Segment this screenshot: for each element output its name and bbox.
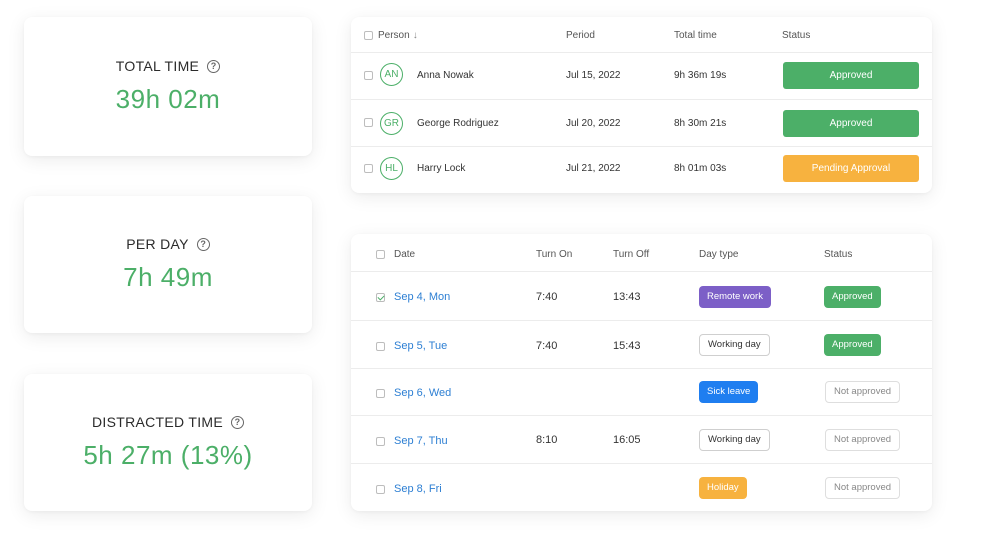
approvals-table: Person ↓ Period Total time Status AN Anna…: [351, 17, 932, 193]
period: Jul 21, 2022: [566, 163, 621, 174]
table-row: Sep 8, Fri Holiday Not approved: [351, 464, 932, 511]
total-time: 9h 36m 19s: [674, 70, 727, 81]
status-tag-not-approved[interactable]: Not approved: [825, 381, 901, 403]
column-header-day-type: Day type: [699, 249, 739, 260]
date-link[interactable]: Sep 8, Fri: [394, 483, 442, 495]
column-header-person[interactable]: Person ↓: [378, 30, 418, 41]
row-checkbox[interactable]: [376, 342, 385, 351]
date-link[interactable]: Sep 7, Thu: [394, 435, 448, 447]
column-header-total: Total time: [674, 30, 717, 41]
help-icon[interactable]: ?: [196, 237, 210, 251]
turn-on-time: 7:40: [536, 340, 558, 352]
table-row: HL Harry Lock Jul 21, 2022 8h 01m 03s Pe…: [351, 147, 932, 193]
period: Jul 15, 2022: [566, 70, 621, 81]
column-header-date: Date: [394, 249, 416, 260]
person-name: George Rodriguez: [417, 118, 499, 129]
row-checkbox[interactable]: [364, 71, 373, 80]
status-tag-not-approved[interactable]: Not approved: [825, 477, 901, 499]
row-checkbox[interactable]: [376, 485, 385, 494]
table-row: Sep 5, Tue 7:40 15:43 Working day Approv…: [351, 321, 932, 369]
status-tag-approved[interactable]: Approved: [824, 286, 881, 308]
date-link[interactable]: Sep 6, Wed: [394, 387, 451, 399]
column-header-turn-on: Turn On: [536, 249, 573, 260]
total-time: 8h 01m 03s: [674, 163, 727, 174]
row-checkbox[interactable]: [364, 118, 373, 127]
table-row: AN Anna Nowak Jul 15, 2022 9h 36m 19s Ap…: [351, 53, 932, 100]
turn-off-time: 16:05: [613, 434, 641, 446]
stat-value: 39h 02m: [115, 84, 221, 114]
row-checkbox[interactable]: [364, 164, 373, 173]
stat-label: PER DAY ?: [126, 236, 210, 252]
avatar: AN: [380, 63, 403, 86]
column-header-period: Period: [566, 30, 595, 41]
column-header-turn-off: Turn Off: [613, 249, 650, 260]
turn-on-time: 7:40: [536, 291, 558, 303]
avatar: GR: [380, 112, 403, 135]
select-all-checkbox[interactable]: [364, 31, 373, 40]
row-checkbox[interactable]: [376, 437, 385, 446]
help-icon[interactable]: ?: [231, 415, 245, 429]
day-type-tag-remote: Remote work: [699, 286, 771, 308]
stat-card-total-time: TOTAL TIME ? 39h 02m: [24, 17, 312, 156]
stat-label: TOTAL TIME ?: [115, 58, 221, 74]
table-row: Sep 6, Wed Sick leave Not approved: [351, 369, 932, 416]
table-header: Date Turn On Turn Off Day type Status: [351, 234, 932, 272]
day-type-tag-working: Working day: [699, 334, 770, 356]
status-button-approved[interactable]: Approved: [783, 62, 919, 89]
table-row: Sep 7, Thu 8:10 16:05 Working day Not ap…: [351, 416, 932, 464]
person-name: Anna Nowak: [417, 70, 474, 81]
table-row: GR George Rodriguez Jul 20, 2022 8h 30m …: [351, 100, 932, 147]
status-button-pending[interactable]: Pending Approval: [783, 155, 919, 182]
total-time: 8h 30m 21s: [674, 118, 727, 129]
stat-value: 5h 27m (13%): [83, 440, 253, 470]
day-type-tag-holiday: Holiday: [699, 477, 747, 499]
stat-label-text: DISTRACTED TIME: [91, 414, 224, 430]
table-row: Sep 4, Mon 7:40 13:43 Remote work Approv…: [351, 272, 932, 321]
day-type-tag-working: Working day: [699, 429, 770, 451]
table-header: Person ↓ Period Total time Status: [351, 17, 932, 53]
status-tag-approved[interactable]: Approved: [824, 334, 881, 356]
date-link[interactable]: Sep 4, Mon: [394, 291, 450, 303]
stat-label: DISTRACTED TIME ?: [91, 414, 245, 430]
row-checkbox[interactable]: [376, 389, 385, 398]
sort-down-icon[interactable]: ↓: [413, 30, 418, 41]
date-link[interactable]: Sep 5, Tue: [394, 340, 447, 352]
person-name: Harry Lock: [417, 163, 466, 174]
stat-value: 7h 49m: [123, 262, 213, 292]
status-button-approved[interactable]: Approved: [783, 110, 919, 137]
avatar: HL: [380, 157, 403, 180]
status-tag-not-approved[interactable]: Not approved: [825, 429, 901, 451]
stat-label-text: TOTAL TIME: [115, 58, 200, 74]
select-all-checkbox[interactable]: [376, 250, 385, 259]
stat-card-per-day: PER DAY ? 7h 49m: [24, 196, 312, 333]
column-header-status: Status: [824, 249, 853, 260]
stat-card-distracted-time: DISTRACTED TIME ? 5h 27m (13%): [24, 374, 312, 511]
turn-off-time: 15:43: [613, 340, 641, 352]
day-type-tag-sick: Sick leave: [699, 381, 759, 403]
column-header-status: Status: [782, 30, 811, 41]
stat-label-text: PER DAY: [126, 236, 189, 252]
days-table: Date Turn On Turn Off Day type Status Se…: [351, 234, 932, 511]
period: Jul 20, 2022: [566, 118, 621, 129]
turn-on-time: 8:10: [536, 434, 558, 446]
turn-off-time: 13:43: [613, 291, 641, 303]
help-icon[interactable]: ?: [207, 59, 221, 73]
row-checkbox-checked[interactable]: [376, 293, 385, 302]
